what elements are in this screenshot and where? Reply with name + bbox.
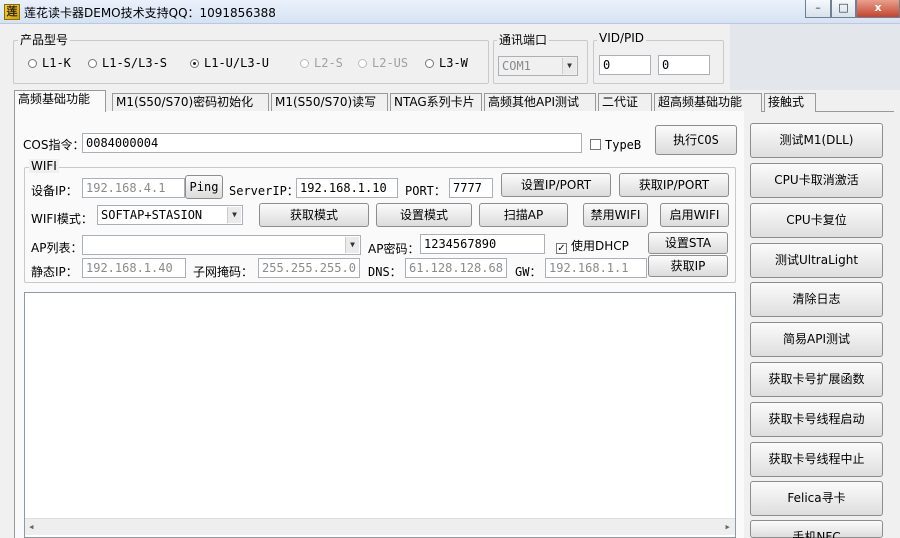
side-button-7[interactable]: 获取卡号线程启动 bbox=[750, 402, 883, 437]
disable-wifi-button[interactable]: 禁用WIFI bbox=[583, 203, 648, 227]
tab-0[interactable]: 高频基础功能 bbox=[14, 90, 106, 112]
ap-password-input[interactable]: 1234567890 bbox=[420, 234, 545, 254]
radio-dot-icon bbox=[358, 59, 367, 68]
radio-l1-s-l3-s[interactable]: L1-S/L3-S bbox=[88, 56, 167, 70]
dhcp-label: 使用DHCP bbox=[571, 239, 629, 253]
ping-button[interactable]: Ping bbox=[185, 175, 223, 199]
typeb-label: TypeB bbox=[605, 138, 642, 152]
side-button-8[interactable]: 获取卡号线程中止 bbox=[750, 442, 883, 477]
tab-6[interactable]: 超高频基础功能 bbox=[654, 93, 762, 112]
radio-dot-icon bbox=[88, 59, 97, 68]
radio-dot-icon bbox=[190, 59, 199, 68]
device-ip-label: 设备IP： bbox=[31, 184, 78, 198]
typeb-checkbox[interactable]: TypeB bbox=[590, 138, 641, 152]
get-ip-button[interactable]: 获取IP bbox=[648, 255, 728, 277]
radio-label: L1-U/L3-U bbox=[204, 56, 270, 70]
server-ip-input[interactable]: 192.168.1.10 bbox=[296, 178, 398, 198]
port-label: PORT： bbox=[405, 184, 446, 198]
vidpid-label: VID/PID bbox=[597, 31, 647, 45]
set-mode-button[interactable]: 设置模式 bbox=[376, 203, 472, 227]
static-ip-input[interactable]: 192.168.1.40 bbox=[82, 258, 186, 278]
ap-password-label: AP密码： bbox=[368, 242, 420, 256]
wifi-mode-value: SOFTAP+STASION bbox=[101, 208, 203, 222]
product-model-label: 产品型号 bbox=[18, 31, 71, 48]
tab-4[interactable]: 高频其他API测试 bbox=[484, 93, 596, 112]
side-button-4[interactable]: 清除日志 bbox=[750, 282, 883, 317]
execute-cos-button[interactable]: 执行COS bbox=[655, 125, 737, 155]
port-select-value: COM1 bbox=[502, 59, 531, 73]
chevron-down-icon: ▼ bbox=[345, 237, 359, 253]
radio-dot-icon bbox=[300, 59, 309, 68]
radio-dot-icon bbox=[425, 59, 434, 68]
side-button-1[interactable]: CPU卡取消激活 bbox=[750, 163, 883, 198]
side-button-3[interactable]: 测试UltraLight bbox=[750, 243, 883, 278]
port-input[interactable]: 7777 bbox=[449, 178, 493, 198]
horizontal-scrollbar[interactable]: ◂ ▸ bbox=[25, 518, 735, 535]
tab-2[interactable]: M1(S50/S70)读写 bbox=[271, 93, 388, 112]
ap-list-select[interactable]: ▼ bbox=[82, 235, 361, 255]
device-ip-input[interactable]: 192.168.4.1 bbox=[82, 178, 185, 198]
server-ip-label: ServerIP： bbox=[229, 184, 299, 198]
cos-label: COS指令： bbox=[23, 138, 85, 152]
dhcp-checkbox[interactable]: ✓ 使用DHCP bbox=[556, 237, 629, 254]
radio-l1-k[interactable]: L1-K bbox=[28, 56, 71, 70]
dns-input[interactable]: 61.128.128.68 bbox=[405, 258, 507, 278]
ap-list-label: AP列表： bbox=[31, 241, 83, 255]
set-ip-port-button[interactable]: 设置IP/PORT bbox=[501, 173, 611, 197]
wifi-label: WIFI bbox=[29, 159, 59, 173]
log-textarea[interactable] bbox=[24, 292, 736, 538]
tab-5[interactable]: 二代证 bbox=[598, 93, 652, 112]
get-mode-button[interactable]: 获取模式 bbox=[259, 203, 369, 227]
static-ip-label: 静态IP： bbox=[31, 265, 78, 279]
vid-input[interactable]: 0 bbox=[599, 55, 651, 75]
get-ip-port-button[interactable]: 获取IP/PORT bbox=[619, 173, 729, 197]
enable-wifi-button[interactable]: 启用WIFI bbox=[660, 203, 729, 227]
port-group-label: 通讯端口 bbox=[497, 31, 550, 48]
port-select[interactable]: COM1 ▼ bbox=[498, 56, 578, 76]
side-button-10[interactable]: 手机NFC bbox=[750, 520, 883, 538]
maximize-button[interactable]: □ bbox=[831, 0, 856, 18]
tab-1[interactable]: M1(S50/S70)密码初始化 bbox=[112, 93, 269, 112]
radio-l2-s: L2-S bbox=[300, 56, 343, 70]
radio-label: L2-US bbox=[372, 56, 409, 70]
title-bar: 莲 莲花读卡器DEMO技术支持QQ：1091856388 bbox=[0, 0, 900, 24]
window-title: 莲花读卡器DEMO技术支持QQ：1091856388 bbox=[24, 6, 276, 20]
wifi-mode-select[interactable]: SOFTAP+STASION ▼ bbox=[97, 205, 243, 225]
cos-input[interactable]: 0084000004 bbox=[82, 133, 582, 153]
subnet-mask-input[interactable]: 255.255.255.0 bbox=[258, 258, 360, 278]
pid-input[interactable]: 0 bbox=[658, 55, 710, 75]
checkbox-icon bbox=[590, 139, 601, 150]
radio-label: L3-W bbox=[439, 56, 468, 70]
radio-l1-u-l3-u[interactable]: L1-U/L3-U bbox=[190, 56, 269, 70]
radio-label: L1-K bbox=[42, 56, 71, 70]
gateway-label: GW： bbox=[515, 265, 542, 279]
scan-ap-button[interactable]: 扫描AP bbox=[479, 203, 568, 227]
tab-3[interactable]: NTAG系列卡片 bbox=[390, 93, 482, 112]
lotus-icon: 莲 bbox=[4, 4, 20, 20]
side-button-0[interactable]: 测试M1(DLL) bbox=[750, 123, 883, 158]
scroll-left-icon[interactable]: ◂ bbox=[28, 520, 35, 533]
side-button-2[interactable]: CPU卡复位 bbox=[750, 203, 883, 238]
dns-label: DNS： bbox=[368, 265, 402, 279]
side-button-5[interactable]: 简易API测试 bbox=[750, 322, 883, 357]
minimize-button[interactable]: – bbox=[805, 0, 831, 18]
radio-label: L2-S bbox=[314, 56, 343, 70]
side-button-9[interactable]: Felica寻卡 bbox=[750, 481, 883, 516]
tab-7[interactable]: 接触式 bbox=[764, 93, 816, 112]
radio-l2-us: L2-US bbox=[358, 56, 408, 70]
side-button-6[interactable]: 获取卡号扩展函数 bbox=[750, 362, 883, 397]
wifi-mode-label: WIFI模式： bbox=[31, 212, 93, 226]
chevron-down-icon: ▼ bbox=[562, 58, 576, 74]
radio-l3-w[interactable]: L3-W bbox=[425, 56, 468, 70]
scroll-right-icon[interactable]: ▸ bbox=[724, 520, 731, 533]
close-button[interactable]: x bbox=[856, 0, 900, 18]
radio-label: L1-S/L3-S bbox=[102, 56, 168, 70]
set-sta-button[interactable]: 设置STA bbox=[648, 232, 728, 254]
radio-dot-icon bbox=[28, 59, 37, 68]
chevron-down-icon: ▼ bbox=[227, 207, 241, 223]
subnet-mask-label: 子网掩码： bbox=[193, 265, 254, 279]
gateway-input[interactable]: 192.168.1.1 bbox=[545, 258, 647, 278]
check-icon: ✓ bbox=[556, 243, 567, 254]
